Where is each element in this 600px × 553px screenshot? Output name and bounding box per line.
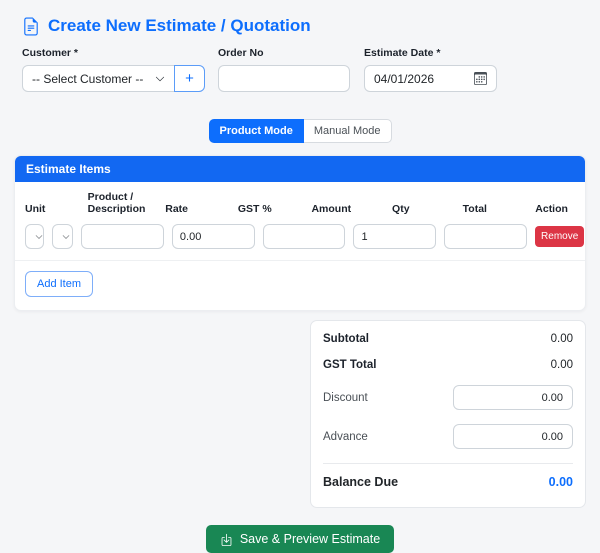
gst-total-label: GST Total — [323, 359, 377, 371]
gst-total-row: GST Total 0.00 — [311, 352, 585, 378]
estimate-date-label: Estimate Date * — [364, 47, 441, 59]
unit-select[interactable]: -- Select — [25, 224, 45, 249]
qty-input[interactable] — [353, 224, 437, 249]
page-header: Create New Estimate / Quotation — [0, 0, 600, 36]
item-row: -- Select -- Select Pro Remove — [15, 222, 585, 261]
chevron-down-icon — [35, 233, 43, 241]
col-amount: Amount — [311, 203, 352, 215]
advance-row: Advance — [311, 417, 585, 456]
page-title: Create New Estimate / Quotation — [48, 16, 311, 35]
product-mode-button[interactable]: Product Mode — [208, 119, 304, 143]
estimate-date-field: Estimate Date * 04/01/2026 — [364, 47, 497, 92]
product-select[interactable]: -- Select Pro — [52, 224, 74, 249]
subtotal-row: Subtotal 0.00 — [311, 326, 585, 352]
estimate-date-value: 04/01/2026 — [374, 71, 435, 86]
save-preview-label: Save & Preview Estimate — [239, 532, 381, 546]
col-total: Total — [462, 203, 487, 215]
advance-label: Advance — [323, 430, 368, 443]
balance-due-label: Balance Due — [323, 475, 399, 489]
advance-input[interactable] — [453, 424, 573, 449]
discount-input[interactable] — [453, 385, 573, 410]
chevron-down-icon — [62, 233, 70, 241]
estimate-items-title: Estimate Items — [15, 156, 585, 182]
customer-select[interactable]: -- Select Customer -- — [22, 65, 175, 92]
file-text-icon — [22, 17, 40, 36]
box-arrow-in-down-icon — [220, 533, 233, 546]
customer-field: Customer * -- Select Customer -- + — [22, 47, 205, 92]
add-customer-button[interactable]: + — [174, 65, 205, 92]
gst-input[interactable] — [171, 224, 255, 249]
manual-mode-button[interactable]: Manual Mode — [303, 119, 392, 143]
col-rate: Rate — [165, 203, 189, 215]
add-item-button[interactable]: Add Item — [25, 271, 94, 297]
mode-toggle: Product Mode Manual Mode — [0, 119, 600, 143]
col-action: Action — [535, 203, 568, 215]
order-no-label: Order No — [218, 47, 264, 59]
items-table-header: Unit Product / Description Rate GST % Am… — [15, 182, 585, 222]
estimate-date-input[interactable]: 04/01/2026 — [364, 65, 497, 92]
calendar-icon — [474, 72, 487, 85]
discount-row: Discount — [311, 378, 585, 417]
order-no-field: Order No — [218, 47, 350, 92]
summary-divider — [323, 463, 573, 464]
gst-total-value: 0.00 — [550, 359, 573, 371]
subtotal-value: 0.00 — [550, 333, 573, 345]
remove-item-button[interactable]: Remove — [535, 226, 585, 247]
col-gst: GST % — [237, 203, 272, 215]
total-input[interactable] — [444, 224, 528, 249]
balance-due-row: Balance Due 0.00 — [311, 466, 585, 496]
customer-select-value: -- Select Customer -- — [32, 71, 144, 86]
col-qty: Qty — [392, 203, 410, 215]
chevron-down-icon — [155, 74, 165, 84]
col-product: Product / Description — [87, 191, 146, 215]
amount-input[interactable] — [262, 224, 346, 249]
create-estimate-page: Create New Estimate / Quotation Customer… — [0, 0, 600, 553]
top-form: Customer * -- Select Customer -- + Order… — [0, 47, 600, 105]
summary-card: Subtotal 0.00 GST Total 0.00 Discount Ad… — [310, 320, 586, 508]
save-preview-button[interactable]: Save & Preview Estimate — [205, 525, 395, 553]
rate-input[interactable] — [81, 224, 164, 249]
estimate-items-card: Estimate Items Unit Product / Descriptio… — [14, 155, 586, 311]
discount-label: Discount — [323, 391, 368, 404]
subtotal-label: Subtotal — [323, 333, 369, 345]
order-no-input[interactable] — [218, 65, 350, 92]
customer-label: Customer * — [22, 47, 79, 59]
balance-due-value: 0.00 — [548, 475, 573, 489]
col-unit: Unit — [25, 203, 46, 215]
